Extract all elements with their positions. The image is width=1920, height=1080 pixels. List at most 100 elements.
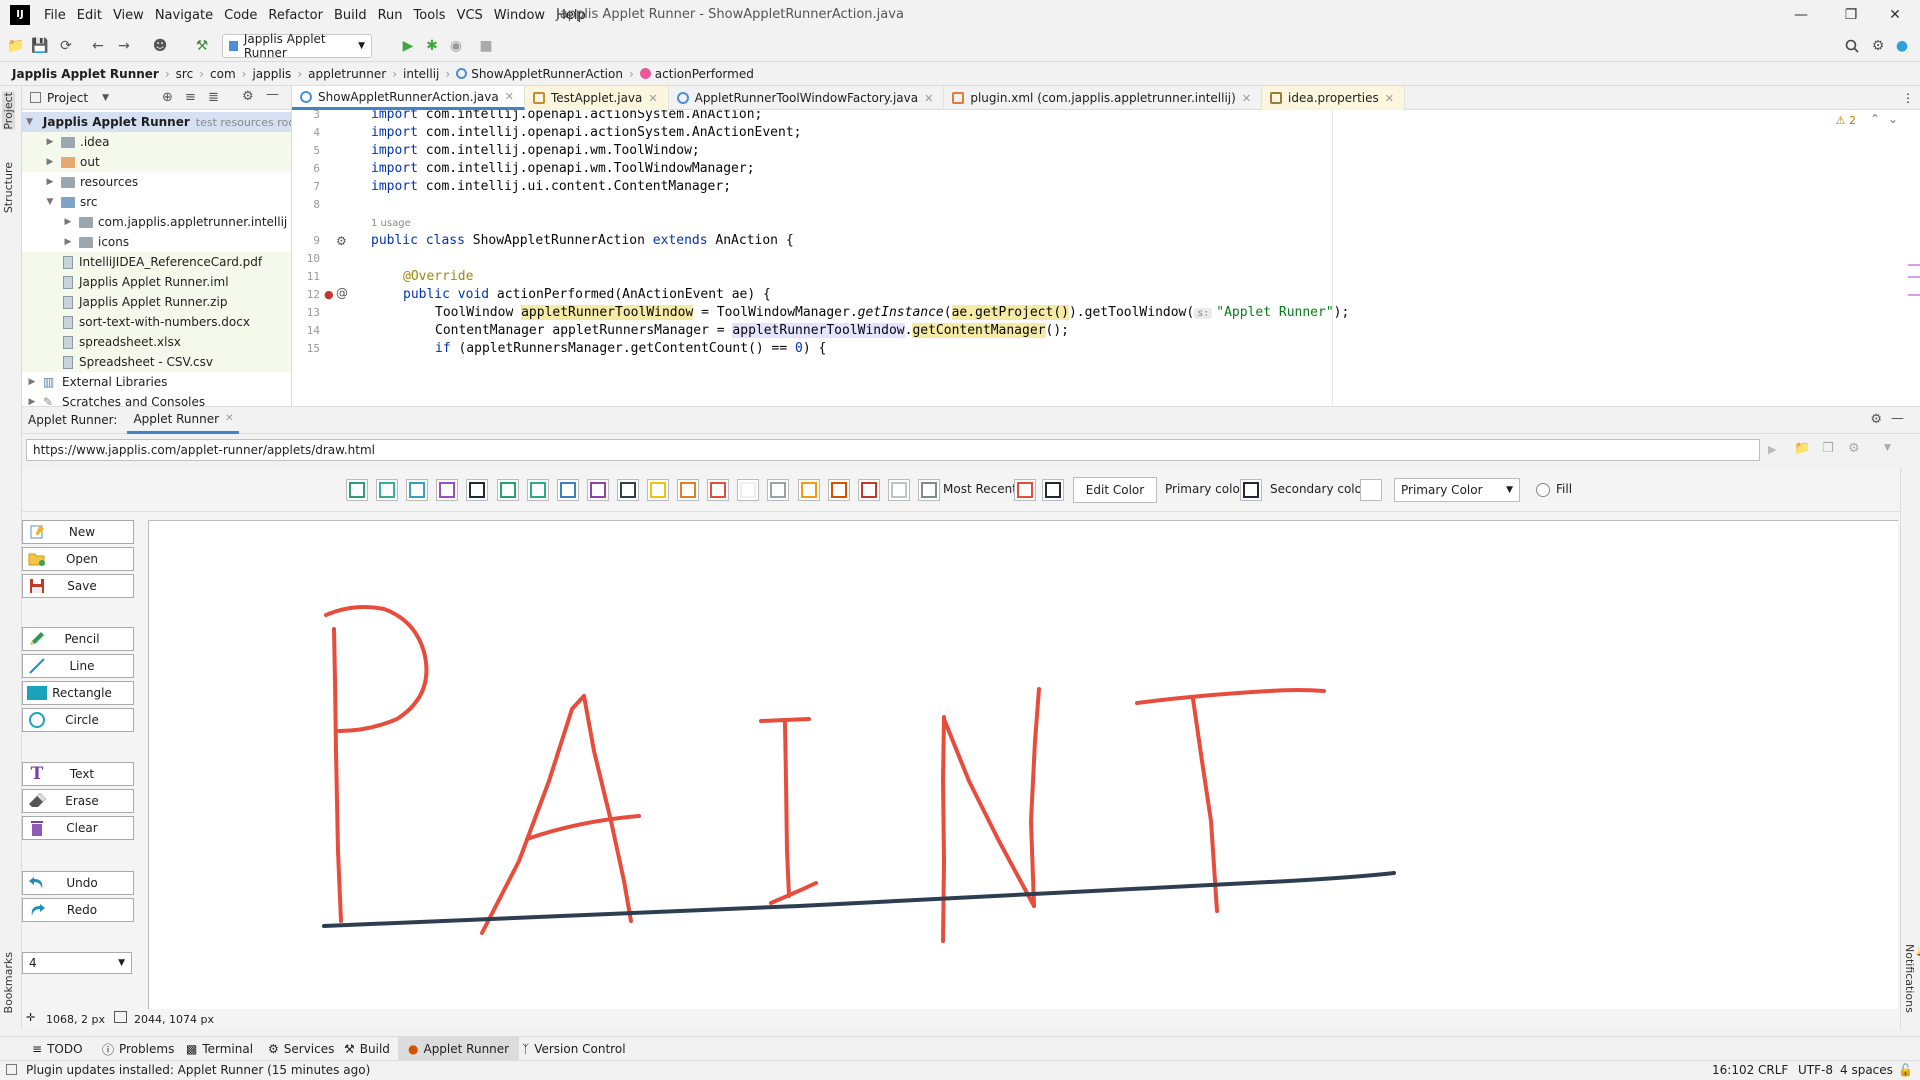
pencil-tool-button[interactable]: Pencil (22, 627, 134, 651)
color-swatch[interactable] (767, 479, 789, 501)
go-icon[interactable]: ▶ (1768, 443, 1776, 456)
color-swatch[interactable] (557, 479, 579, 501)
lock-icon[interactable]: 🔓 (1898, 1063, 1913, 1077)
open-folder-icon[interactable]: 📁 (1794, 441, 1810, 456)
color-swatch[interactable] (828, 479, 850, 501)
breadcrumb-class[interactable]: ShowAppletRunnerAction (471, 67, 623, 81)
tree-item-zip[interactable]: Japplis Applet Runner.zip (22, 292, 291, 312)
save-all-icon[interactable]: 💾 (30, 36, 50, 56)
run-configuration-select[interactable]: Japplis Applet Runner ▼ (222, 32, 372, 60)
tree-item-docx[interactable]: sort-text-with-numbers.docx (22, 312, 291, 332)
drawing-canvas[interactable] (148, 520, 1898, 1009)
brush-size-select[interactable]: 4 ▼ (22, 952, 132, 974)
bookmarks-tool-tab[interactable]: Bookmarks (2, 952, 15, 1013)
tree-item-external-libraries[interactable]: ▶ ▥ External Libraries (22, 372, 291, 392)
chevron-right-icon[interactable]: ▶ (26, 377, 38, 387)
status-message[interactable]: Plugin updates installed: Applet Runner … (26, 1063, 370, 1077)
next-highlight-icon[interactable]: ⌄ (1888, 112, 1898, 126)
locate-icon[interactable]: ⊕ (162, 90, 173, 105)
chevron-down-icon[interactable]: ▼ (26, 117, 33, 127)
breadcrumb-japplis[interactable]: japplis (252, 67, 291, 81)
close-tab-icon[interactable]: ✕ (924, 92, 933, 105)
tab-idea-properties[interactable]: idea.properties ✕ (1262, 86, 1405, 110)
project-view-select[interactable]: Project (47, 91, 88, 105)
collapse-all-icon[interactable]: ≣ (208, 90, 219, 105)
status-toggle-icon[interactable] (6, 1064, 17, 1075)
previous-highlight-icon[interactable]: ⌃ (1870, 112, 1880, 126)
color-swatch[interactable] (376, 479, 398, 501)
tree-item-refcard[interactable]: IntelliJIDEA_ReferenceCard.pdf (22, 252, 291, 272)
tree-item-src[interactable]: ▼ src (22, 192, 291, 212)
settings-gear-icon[interactable]: ⚙ (1868, 36, 1888, 56)
project-tool-tab[interactable]: Project (2, 92, 15, 130)
circle-tool-button[interactable]: Circle (22, 708, 134, 732)
close-tab-icon[interactable]: ✕ (648, 92, 657, 105)
chevron-right-icon[interactable]: ▶ (62, 237, 74, 247)
tree-item-iml[interactable]: Japplis Applet Runner.iml (22, 272, 291, 292)
menu-code[interactable]: Code (224, 8, 257, 23)
annotation-gutter-icon[interactable]: @ (336, 286, 348, 300)
clear-button[interactable]: Clear (22, 816, 134, 840)
indent-setting[interactable]: 4 spaces (1840, 1063, 1893, 1077)
recent-color-swatch[interactable] (1014, 479, 1036, 501)
tab-problems[interactable]: ⓘ Problems (96, 1037, 180, 1061)
close-tab-icon[interactable]: ✕ (1242, 92, 1251, 105)
tab-version-control[interactable]: ᛉ Version Control (516, 1037, 632, 1061)
breadcrumb-src[interactable]: src (176, 67, 194, 81)
tree-item-xlsx[interactable]: spreadsheet.xlsx (22, 332, 291, 352)
forward-icon[interactable]: → (114, 36, 134, 56)
tab-services[interactable]: ⚙ Services (262, 1037, 340, 1061)
fill-radio[interactable] (1536, 483, 1550, 497)
open-button[interactable]: Open (22, 547, 134, 571)
recent-color-swatch[interactable] (1042, 479, 1064, 501)
color-swatch[interactable] (858, 479, 880, 501)
tab-plugin-xml[interactable]: plugin.xml (com.japplis.appletrunner.int… (944, 86, 1263, 110)
breadcrumb-intellij[interactable]: intellij (403, 67, 439, 81)
expand-all-icon[interactable]: ≡ (185, 90, 196, 105)
color-swatch[interactable] (918, 479, 940, 501)
color-swatch[interactable] (707, 479, 729, 501)
menu-navigate[interactable]: Navigate (155, 8, 213, 23)
chevron-right-icon[interactable]: ▶ (26, 397, 38, 406)
build-hammer-icon[interactable]: ⚒ (192, 36, 212, 56)
override-gutter-icon[interactable]: ● (324, 288, 334, 301)
copy-icon[interactable]: ❐ (1822, 441, 1834, 456)
line-tool-button[interactable]: Line (22, 654, 134, 678)
file-encoding[interactable]: UTF-8 (1798, 1063, 1833, 1077)
close-tab-icon[interactable]: ✕ (1385, 92, 1394, 105)
color-swatch[interactable] (436, 479, 458, 501)
secondary-color-swatch[interactable] (1360, 479, 1382, 501)
color-swatch[interactable] (617, 479, 639, 501)
jetbrains-toolbox-icon[interactable]: ● (1892, 36, 1912, 56)
edit-color-button[interactable]: Edit Color (1073, 477, 1157, 503)
chevron-down-icon[interactable]: ▼ (44, 197, 56, 207)
tree-item-resources[interactable]: ▶ resources (22, 172, 291, 192)
color-swatch[interactable] (346, 479, 368, 501)
menu-build[interactable]: Build (334, 8, 367, 23)
search-icon[interactable] (1842, 36, 1862, 56)
warning-indicator[interactable]: ⚠ 2 (1836, 114, 1856, 127)
text-tool-button[interactable]: T Text (22, 762, 134, 786)
menu-file[interactable]: File (44, 8, 66, 23)
color-swatch[interactable] (497, 479, 519, 501)
menu-view[interactable]: View (113, 8, 144, 23)
color-swatch[interactable] (527, 479, 549, 501)
tab-build[interactable]: ⚒ Build (338, 1037, 396, 1061)
applet-settings-icon[interactable]: ⚙ (1848, 441, 1860, 456)
color-swatch[interactable] (888, 479, 910, 501)
chevron-down-icon[interactable]: ▼ (102, 93, 109, 103)
breadcrumb-method[interactable]: actionPerformed (655, 67, 754, 81)
menu-run[interactable]: Run (378, 8, 403, 23)
menu-vcs[interactable]: VCS (457, 8, 483, 23)
debug-icon[interactable]: ✱ (422, 36, 442, 56)
primary-color-swatch[interactable] (1240, 479, 1262, 501)
stop-icon[interactable]: ■ (476, 36, 496, 56)
tree-root[interactable]: ▼ Japplis Applet Runner test resources r… (22, 112, 291, 132)
tree-item-package[interactable]: ▶ com.japplis.appletrunner.intellij (22, 212, 291, 232)
rectangle-tool-button[interactable]: Rectangle (22, 681, 134, 705)
open-folder-icon[interactable]: 📁 (6, 36, 26, 56)
color-swatch[interactable] (587, 479, 609, 501)
menu-tools[interactable]: Tools (414, 8, 446, 23)
user-icon[interactable]: ☻ (150, 36, 170, 56)
breadcrumb-appletrunner[interactable]: appletrunner (308, 67, 386, 81)
